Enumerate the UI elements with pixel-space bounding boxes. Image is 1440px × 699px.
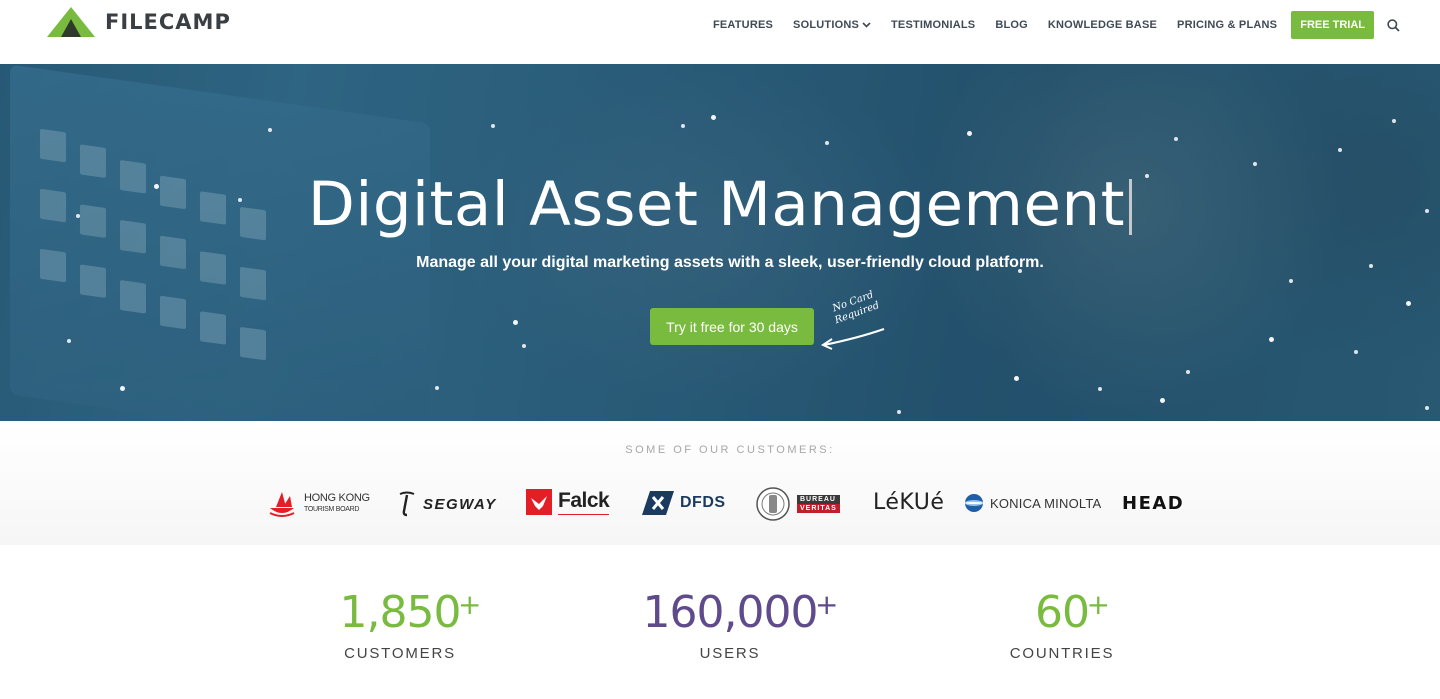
bv-bottom-text: VERITAS xyxy=(797,504,840,513)
customers-section: SOME OF OUR CUSTOMERS: HONG KONG TOURISM… xyxy=(0,421,1440,545)
nav-solutions-label: SOLUTIONS xyxy=(793,19,860,31)
stat-customers-label: CUSTOMERS xyxy=(344,645,456,662)
lekue-text: LéKUé xyxy=(873,490,945,515)
stat-customers-plus: + xyxy=(458,588,481,621)
logo-text: FILECAMP xyxy=(105,10,231,34)
logo-head: HEAD xyxy=(1122,493,1184,514)
stat-countries-plus: + xyxy=(1086,588,1110,621)
hk-logo-text: HONG KONG TOURISM BOARD xyxy=(304,493,370,515)
hk-logo-line1: HONG KONG xyxy=(304,492,370,504)
filecamp-logo-icon xyxy=(47,7,95,37)
konica-globe-icon xyxy=(965,494,983,512)
falck-bird-icon xyxy=(526,489,552,515)
falck-text: Falck xyxy=(558,489,610,515)
customer-logos: HONG KONG TOURISM BOARD SEGWAY Falck DFD… xyxy=(0,485,1440,525)
stat-users-value: 160,000 + xyxy=(642,587,839,639)
stat-countries-number: 60 xyxy=(1035,587,1090,638)
customers-title: SOME OF OUR CUSTOMERS: xyxy=(625,444,835,456)
bureau-veritas-text: BUREAU VERITAS xyxy=(797,495,840,513)
hero-title-text: Digital Asset Management xyxy=(307,169,1126,240)
stat-customers-number: 1,850 xyxy=(339,587,462,638)
logo-segway: SEGWAY xyxy=(397,491,497,517)
hero-subtitle: Manage all your digital marketing assets… xyxy=(416,254,1044,271)
hero-title: Digital Asset Management xyxy=(0,169,1440,240)
junk-boat-icon xyxy=(269,492,295,517)
logo-bureau-veritas: BUREAU VERITAS xyxy=(755,485,840,523)
site-header: FILECAMP FEATURES SOLUTIONS TESTIMONIALS… xyxy=(0,0,1440,64)
logo-konica-minolta: KONICA MINOLTA xyxy=(964,493,1101,513)
arrow-left-icon xyxy=(820,328,885,350)
hero-overlay xyxy=(0,64,1440,421)
nav-blog[interactable]: BLOG xyxy=(995,19,1028,31)
chevron-down-icon xyxy=(862,22,871,28)
dfds-text: DFDS xyxy=(680,494,726,511)
bv-top-text: BUREAU xyxy=(797,495,840,504)
head-text: HEAD xyxy=(1122,493,1185,514)
stat-users-plus: + xyxy=(815,588,838,621)
hk-logo-line2: TOURISM BOARD xyxy=(304,506,360,513)
nav-testimonials[interactable]: TESTIMONIALS xyxy=(891,19,975,31)
konica-text: KONICA MINOLTA xyxy=(990,495,1102,511)
bureau-veritas-seal-icon xyxy=(756,487,790,521)
stat-users-number: 160,000 xyxy=(642,587,819,638)
main-nav: FEATURES SOLUTIONS TESTIMONIALS BLOG KNO… xyxy=(693,11,1400,39)
hero-section: Digital Asset Management Manage all your… xyxy=(0,64,1440,421)
stat-users-label: USERS xyxy=(699,645,761,662)
try-free-button[interactable]: Try it free for 30 days xyxy=(650,308,814,345)
segway-mark-icon xyxy=(399,491,415,517)
stat-customers-value: 1,850 + xyxy=(339,587,482,639)
stat-customers: 1,850 + CUSTOMERS xyxy=(300,587,500,662)
text-cursor xyxy=(1129,179,1133,235)
stat-users: 160,000 + USERS xyxy=(610,587,850,662)
logo-falck: Falck xyxy=(526,489,610,515)
search-icon[interactable] xyxy=(1387,18,1400,32)
stat-countries: 60 + COUNTRIES xyxy=(962,587,1162,662)
nav-solutions[interactable]: SOLUTIONS xyxy=(793,19,871,31)
no-card-note: No Card Required xyxy=(818,289,898,350)
filecamp-logo[interactable]: FILECAMP xyxy=(47,6,231,38)
logo-lekue: LéKUé xyxy=(873,490,944,515)
stat-countries-label: COUNTRIES xyxy=(1009,645,1115,662)
nav-pricing[interactable]: PRICING & PLANS xyxy=(1177,19,1277,31)
nav-knowledge-base[interactable]: KNOWLEDGE BASE xyxy=(1048,19,1157,31)
nav-features[interactable]: FEATURES xyxy=(713,19,773,31)
logo-dfds: DFDS xyxy=(642,491,726,515)
dfds-mark-icon xyxy=(642,491,674,515)
stats-section: 1,850 + CUSTOMERS 160,000 + USERS 60 + COUN… xyxy=(0,545,1440,699)
logo-hong-kong-tourism-board: HONG KONG TOURISM BOARD xyxy=(266,488,370,520)
stat-countries-value: 60 + xyxy=(1035,587,1110,639)
free-trial-button[interactable]: FREE TRIAL xyxy=(1291,11,1374,39)
segway-text: SEGWAY xyxy=(423,495,497,513)
